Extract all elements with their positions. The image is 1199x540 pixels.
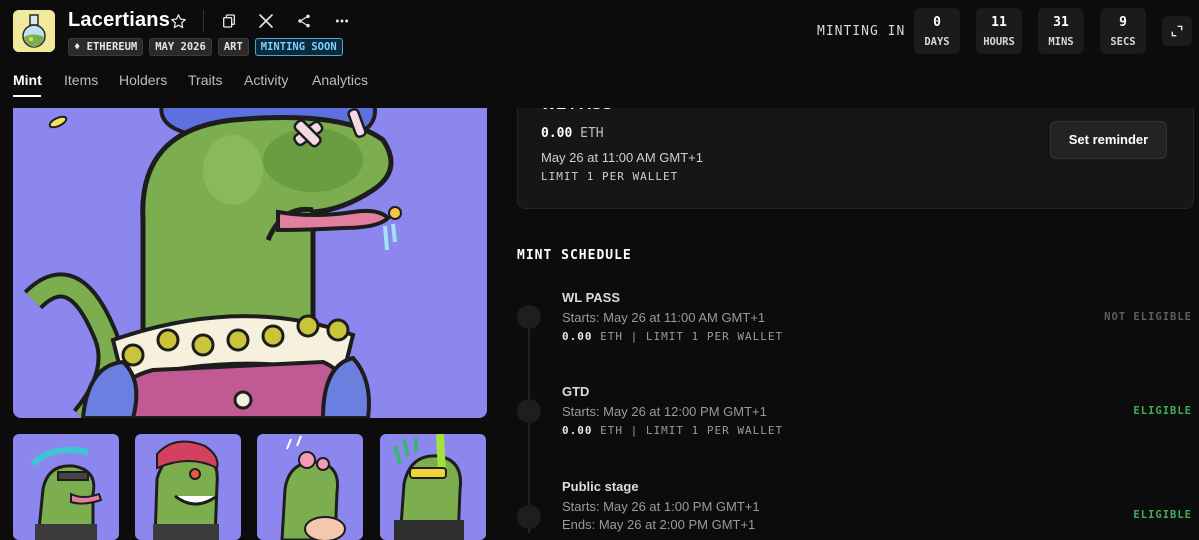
header: Lacertians ♦ ETHEREUM MAY 2026 ART MINTI… (0, 0, 1199, 108)
copy-icon[interactable] (219, 11, 239, 31)
current-stage-limit: LIMIT 1 PER WALLET (541, 170, 679, 183)
more-options-icon[interactable] (332, 11, 352, 31)
expand-icon (1171, 25, 1183, 37)
chain-badge[interactable]: ♦ ETHEREUM (68, 38, 144, 56)
collection-badges: ♦ ETHEREUM MAY 2026 ART MINTING SOON (68, 38, 343, 56)
main-artwork[interactable] (13, 100, 487, 418)
phase-name: GTD (562, 384, 590, 399)
eligibility-status: NOT ELIGIBLE (1104, 311, 1192, 323)
mint-schedule-title: MINT SCHEDULE (517, 248, 632, 263)
phase-name: WL PASS (562, 290, 621, 305)
phase-starts: Starts: May 26 at 11:00 AM GMT+1 (562, 310, 766, 325)
phase-price: 0.00 ETH | LIMIT 1 PER WALLET (562, 424, 784, 437)
timeline-dot (517, 305, 541, 329)
countdown-days: 0 DAYS (914, 8, 960, 54)
status-badge: MINTING SOON (254, 38, 343, 56)
phase-ends: Ends: May 26 at 2:00 PM GMT+1 (562, 517, 756, 532)
timeline-dot (517, 505, 541, 529)
thumbnail-3[interactable] (257, 434, 363, 540)
phase-name: Public stage (562, 479, 639, 494)
current-stage-date: May 26 at 11:00 AM GMT+1 (541, 150, 703, 165)
thumbnail-1[interactable] (13, 434, 119, 540)
active-tab-indicator (13, 95, 41, 97)
expand-button[interactable] (1162, 16, 1192, 46)
share-icon[interactable] (294, 11, 314, 31)
countdown-mins: 31 MINS (1038, 8, 1084, 54)
countdown-secs: 9 SECS (1100, 8, 1146, 54)
tab-holders[interactable]: Holders (119, 72, 167, 88)
tab-traits[interactable]: Traits (188, 72, 222, 88)
set-reminder-button[interactable]: Set reminder (1050, 121, 1167, 159)
tab-items[interactable]: Items (64, 72, 98, 88)
thumbnail-2[interactable] (135, 434, 241, 540)
current-stage-price: 0.00 ETH (541, 126, 604, 141)
date-badge: MAY 2026 (149, 38, 212, 56)
x-twitter-icon[interactable] (256, 11, 276, 31)
minting-in-label: MINTING IN (817, 24, 906, 39)
tab-mint[interactable]: Mint (13, 72, 42, 88)
eligibility-status: ELIGIBLE (1133, 405, 1192, 417)
collection-title: Lacertians (68, 9, 171, 31)
star-icon[interactable] (168, 11, 188, 31)
category-badge[interactable]: ART (217, 38, 249, 56)
tab-activity[interactable]: Activity (244, 72, 288, 88)
thumbnail-4[interactable] (380, 434, 486, 540)
phase-price: 0.00 ETH | LIMIT 1 PER WALLET (562, 330, 784, 343)
collection-logo[interactable] (13, 10, 55, 52)
eligibility-status: ELIGIBLE (1133, 509, 1192, 521)
header-divider (203, 10, 204, 32)
timeline-dot (517, 399, 541, 423)
phase-starts: Starts: May 26 at 12:00 PM GMT+1 (562, 404, 767, 419)
timeline-line (528, 318, 530, 533)
phase-starts: Starts: May 26 at 1:00 PM GMT+1 (562, 499, 760, 514)
countdown-hours: 11 HOURS (976, 8, 1022, 54)
ethereum-icon: ♦ (74, 41, 87, 53)
tab-analytics[interactable]: Analytics (312, 72, 368, 88)
